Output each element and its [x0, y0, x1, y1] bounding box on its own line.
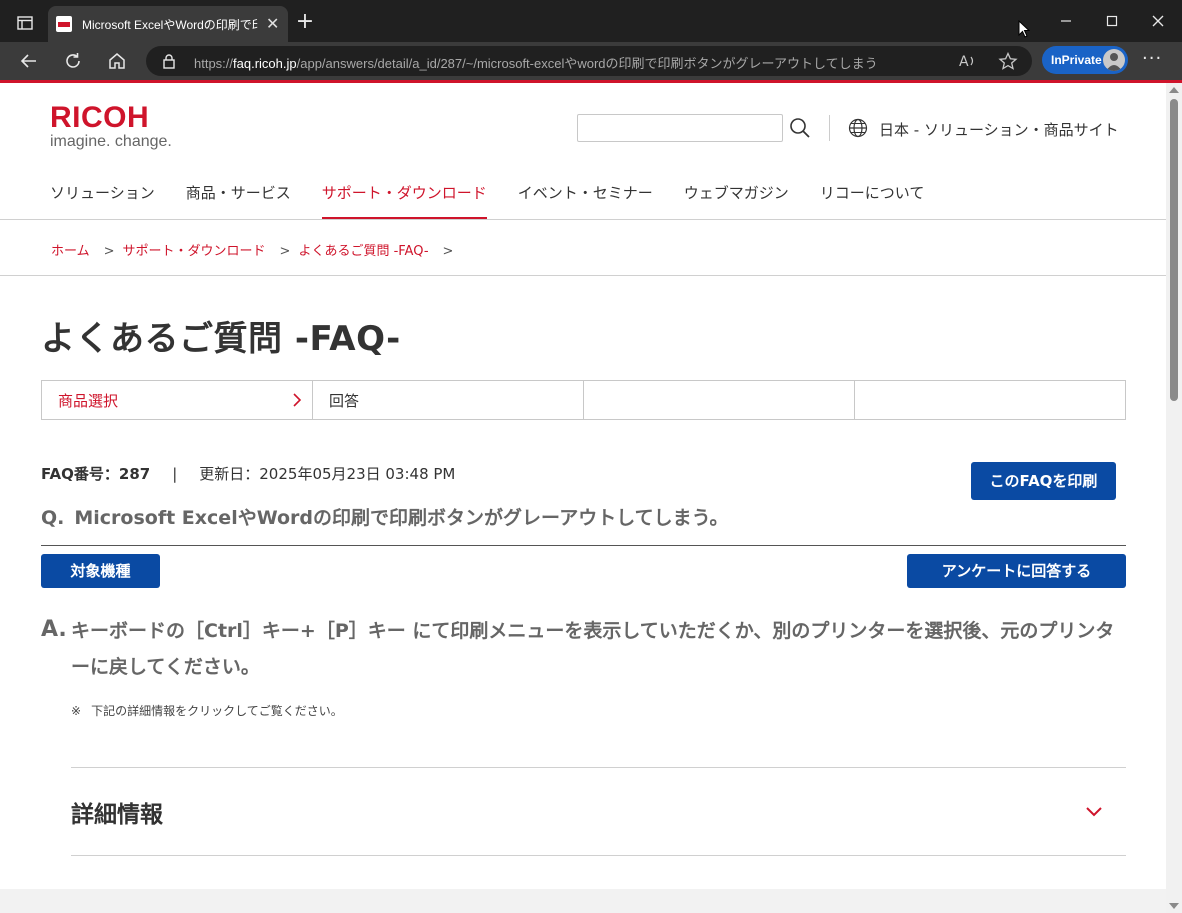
maximize-icon[interactable] [1101, 10, 1123, 32]
region-selector[interactable]: 日本 - ソリューション・商品サイト [879, 119, 1119, 140]
question-mark: Q. [41, 507, 65, 529]
nav-item-products[interactable]: 商品・サービス [186, 182, 291, 219]
svg-text:A: A [959, 54, 969, 70]
breadcrumb-home[interactable]: ホーム [51, 244, 90, 259]
chevron-right-icon [292, 392, 302, 412]
browser-titlebar: Microsoft ExcelやWordの印刷で印刷 ✕ + [0, 0, 1182, 42]
nav-item-magazine[interactable]: ウェブマガジン [684, 182, 789, 219]
more-menu-icon[interactable]: ··· [1142, 48, 1162, 69]
scrollbar-thumb[interactable] [1170, 99, 1178, 401]
step-empty-4 [855, 381, 1125, 419]
answer: A. キーボードの［Ctrl］キー+［P］キー にて印刷メニューを表示していただ… [41, 613, 1126, 685]
logo-tagline: imagine. change. [50, 133, 172, 150]
ricoh-favicon-icon [56, 16, 72, 32]
inprivate-badge[interactable]: InPrivate [1042, 46, 1128, 74]
minimize-icon[interactable] [1055, 10, 1077, 32]
home-icon[interactable] [106, 50, 128, 72]
answer-text: キーボードの［Ctrl］キー+［P］キー にて印刷メニューを表示していただくか、… [71, 620, 1115, 678]
close-window-icon[interactable] [1147, 10, 1169, 32]
new-tab-icon[interactable]: + [294, 11, 316, 34]
scrollbar[interactable] [1166, 83, 1182, 913]
survey-button[interactable]: アンケートに回答する [907, 554, 1126, 588]
globe-icon[interactable] [848, 118, 868, 142]
address-bar[interactable]: https://faq.ricoh.jp/app/answers/detail/… [146, 46, 1032, 76]
breadcrumb-divider [0, 275, 1166, 276]
question-divider [41, 545, 1126, 546]
print-faq-button[interactable]: このFAQを印刷 [971, 462, 1116, 500]
ricoh-logo[interactable]: RICOH imagine. change. [50, 101, 172, 151]
answer-mark: A. [41, 617, 67, 642]
profile-avatar-icon [1103, 49, 1125, 71]
nav-divider [0, 219, 1166, 220]
details-bottom-divider [71, 855, 1126, 856]
main-nav: ソリューション 商品・サービス サポート・ダウンロード イベント・セミナー ウェ… [50, 182, 924, 219]
url-text[interactable]: https://faq.ricoh.jp/app/answers/detail/… [194, 53, 878, 72]
tab-close-icon[interactable]: ✕ [266, 16, 279, 32]
footer-band [0, 889, 1166, 913]
faq-number: FAQ番号：287 [41, 465, 151, 483]
faq-meta: FAQ番号：287 | 更新日：2025年05月23日 03:48 PM [41, 463, 455, 484]
chevron-down-icon[interactable] [1085, 803, 1103, 822]
mouse-cursor-icon [1018, 19, 1031, 42]
logo-brand: RICOH [50, 101, 150, 134]
page-title: よくあるご質問 -FAQ- [41, 319, 401, 359]
faq-steps: 商品選択 回答 [41, 380, 1126, 420]
details-note: ※ 下記の詳細情報をクリックしてご覧ください。 [71, 702, 343, 719]
scroll-down-arrow-icon[interactable] [1169, 903, 1179, 909]
scroll-up-arrow-icon[interactable] [1169, 87, 1179, 93]
step-answer: 回答 [313, 381, 584, 419]
nav-item-events[interactable]: イベント・セミナー [518, 182, 653, 219]
tab-actions-icon[interactable] [12, 12, 38, 34]
note-text: 下記の詳細情報をクリックしてご覧ください。 [91, 704, 343, 718]
browser-tab[interactable]: Microsoft ExcelやWordの印刷で印刷 ✕ [48, 6, 288, 42]
breadcrumb-faq[interactable]: よくあるご質問 -FAQ- [298, 244, 428, 259]
breadcrumb-support[interactable]: サポート・ダウンロード [123, 244, 266, 259]
step-product-select[interactable]: 商品選択 [42, 381, 313, 419]
lock-icon[interactable] [162, 53, 176, 73]
header-divider [829, 115, 830, 141]
page-viewport: RICOH imagine. change. 日本 - ソリューション・商品サイ… [0, 83, 1182, 913]
favorite-star-icon[interactable] [998, 51, 1018, 74]
step-empty-3 [584, 381, 855, 419]
details-top-divider [71, 767, 1126, 768]
nav-item-about[interactable]: リコーについて [820, 182, 925, 219]
tab-title: Microsoft ExcelやWordの印刷で印刷 [82, 17, 258, 32]
back-arrow-icon[interactable] [18, 50, 40, 72]
nav-item-solutions[interactable]: ソリューション [50, 182, 155, 219]
meta-separator: | [172, 465, 178, 483]
updated-date: 更新日：2025年05月23日 03:48 PM [199, 465, 456, 483]
breadcrumb: ホーム > サポート・ダウンロード > よくあるご質問 -FAQ- > [51, 244, 454, 259]
details-accordion-title[interactable]: 詳細情報 [71, 795, 163, 829]
question-text: Microsoft ExcelやWordの印刷で印刷ボタンがグレーアウトしてしま… [74, 507, 729, 529]
read-aloud-icon[interactable]: A [958, 52, 978, 74]
target-models-button[interactable]: 対象機種 [41, 554, 160, 588]
site-search-input[interactable] [577, 114, 783, 142]
search-icon[interactable] [789, 117, 811, 143]
question: Q. Microsoft ExcelやWordの印刷で印刷ボタンがグレーアウトして… [41, 503, 729, 530]
browser-toolbar: https://faq.ricoh.jp/app/answers/detail/… [0, 42, 1182, 80]
note-mark: ※ [71, 704, 82, 718]
refresh-icon[interactable] [62, 50, 84, 72]
nav-item-support[interactable]: サポート・ダウンロード [321, 182, 487, 219]
